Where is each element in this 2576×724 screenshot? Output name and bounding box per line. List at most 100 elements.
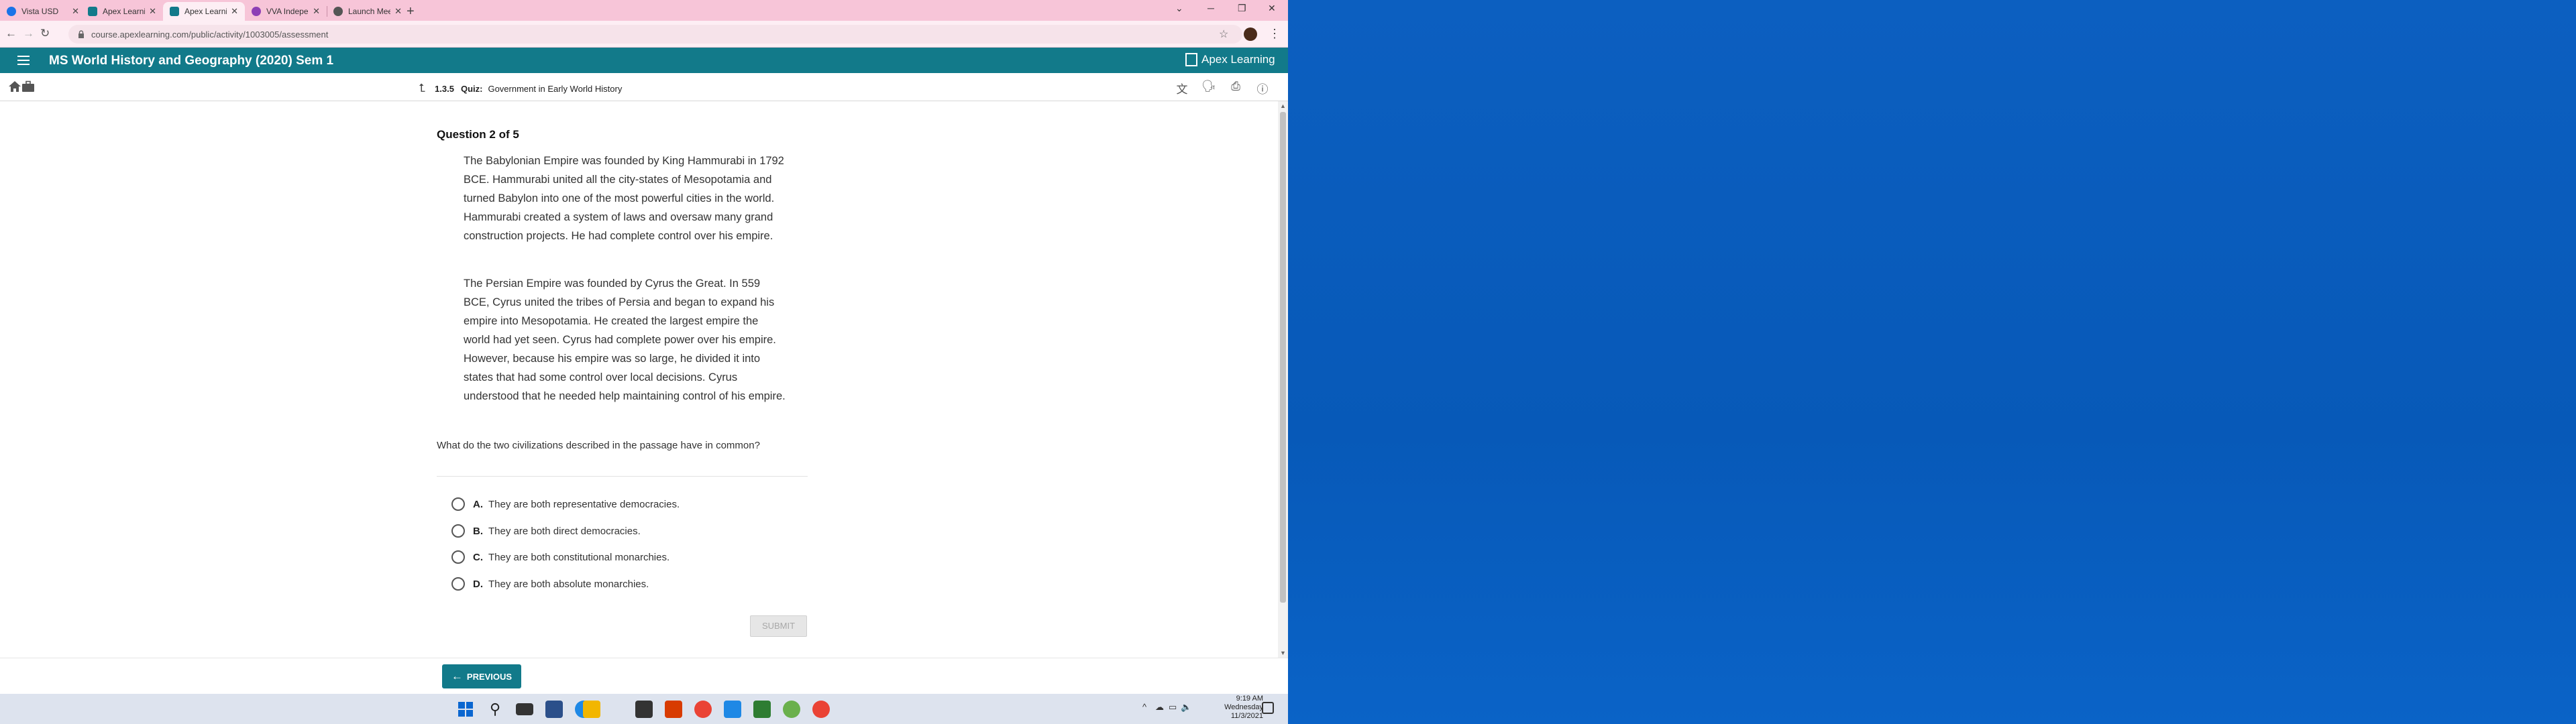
translate-icon[interactable]: 文 xyxy=(1174,80,1190,96)
answer-choice-b[interactable]: B. They are both direct democracies. xyxy=(451,522,641,540)
question-header: Question 2 of 5 xyxy=(437,128,519,141)
answer-choice-c[interactable]: C. They are both constitutional monarchi… xyxy=(451,548,669,566)
choice-letter: D. xyxy=(473,578,483,590)
lock-icon xyxy=(78,30,84,38)
office-icon[interactable] xyxy=(665,701,682,718)
page-scrollbar[interactable]: ▲ ▼ xyxy=(1278,101,1288,658)
briefcase-icon[interactable] xyxy=(21,80,35,93)
course-header: MS World History and Geography (2020) Se… xyxy=(0,48,1288,73)
scroll-down-icon[interactable]: ▼ xyxy=(1280,650,1286,656)
submit-button[interactable]: SUBMIT xyxy=(750,615,807,637)
menu-kebab-icon[interactable]: ⋮ xyxy=(1269,27,1281,41)
course-title: MS World History and Geography (2020) Se… xyxy=(49,54,334,68)
passage-paragraph-2: The Persian Empire was founded by Cyrus … xyxy=(464,278,786,402)
radio-button[interactable] xyxy=(451,524,465,538)
volume-icon[interactable]: 🔈 xyxy=(1181,702,1191,713)
store-icon[interactable] xyxy=(635,701,653,718)
brand-name: Apex Learning xyxy=(1201,53,1275,66)
footer-nav: ← PREVIOUS xyxy=(0,658,1288,694)
notification-icon[interactable] xyxy=(1262,702,1274,714)
system-clock[interactable]: 9:19 AM Wednesday 11/3/2021 xyxy=(1196,695,1263,721)
tab-label: VVA Independent PE-Fall 2021 xyxy=(266,7,309,16)
tab-launch-meeting-zoom[interactable]: Launch Meeting - Zoom ✕ xyxy=(327,2,409,21)
passage-paragraph-1: The Babylonian Empire was founded by Kin… xyxy=(464,155,784,242)
divider xyxy=(437,476,808,477)
chrome-icon[interactable] xyxy=(694,701,712,718)
new-tab-button[interactable]: + xyxy=(407,4,415,19)
desktop-wallpaper xyxy=(1288,0,2576,724)
radio-button[interactable] xyxy=(451,577,465,591)
chevron-up-icon[interactable]: ^ xyxy=(1142,702,1146,712)
app-icon[interactable] xyxy=(724,701,741,718)
apex-favicon-icon xyxy=(170,7,179,16)
answer-choice-d[interactable]: D. They are both absolute monarchies. xyxy=(451,575,649,593)
clock-day: Wednesday xyxy=(1224,703,1263,711)
close-icon[interactable]: ✕ xyxy=(231,6,238,17)
tab-vista-usd[interactable]: Vista USD ✕ xyxy=(0,2,86,21)
widgets-icon[interactable] xyxy=(545,701,563,718)
vista-favicon-icon xyxy=(7,7,16,16)
choice-text: They are both representative democracies… xyxy=(488,498,680,510)
previous-label: PREVIOUS xyxy=(466,671,513,682)
home-icon[interactable] xyxy=(8,80,21,93)
tab-label: Vista USD xyxy=(21,7,59,16)
tab-apex-learning-courses[interactable]: Apex Learning - Courses ✕ xyxy=(163,2,245,21)
clock-date: 11/3/2021 xyxy=(1230,712,1263,720)
vva-favicon-icon xyxy=(252,7,261,16)
tab-label: Apex Learning - Courses xyxy=(184,7,227,16)
network-icon[interactable]: ▭ xyxy=(1169,702,1177,713)
search-icon[interactable]: ⚲ xyxy=(486,701,504,718)
tab-strip: Vista USD ✕ Apex Learning ✕ Apex Learnin… xyxy=(0,0,1288,21)
minimize-icon[interactable]: ─ xyxy=(1208,3,1214,13)
apex-logo-icon xyxy=(1185,53,1197,66)
app-icon[interactable] xyxy=(783,701,800,718)
tab-search-chevron-icon[interactable]: ⌄ xyxy=(1175,3,1183,14)
file-explorer-icon[interactable] xyxy=(583,701,600,718)
close-icon[interactable]: ✕ xyxy=(394,6,402,17)
url-input[interactable]: course.apexlearning.com/public/activity/… xyxy=(68,25,1242,44)
tab-label: Launch Meeting - Zoom xyxy=(348,7,391,16)
choice-text: They are both direct democracies. xyxy=(488,525,641,537)
close-icon[interactable]: ✕ xyxy=(149,6,156,17)
bookmark-star-icon[interactable]: ☆ xyxy=(1219,27,1228,41)
question-panel: Question 2 of 5 The Babylonian Empire wa… xyxy=(0,101,1278,658)
task-view-icon[interactable] xyxy=(516,703,533,715)
windows-start-icon[interactable] xyxy=(457,701,474,718)
help-icon[interactable]: ⓘ xyxy=(1254,80,1271,96)
tab-apex-learning[interactable]: Apex Learning ✕ xyxy=(81,2,163,21)
choice-text: They are both constitutional monarchies. xyxy=(488,551,670,563)
tab-vva-independent-pe[interactable]: VVA Independent PE-Fall 2021 ✕ xyxy=(245,2,327,21)
return-arrow-icon[interactable]: ⮤ xyxy=(419,82,425,95)
radio-button[interactable] xyxy=(451,550,465,564)
cloud-icon[interactable]: ☁ xyxy=(1155,702,1164,713)
choice-letter: B. xyxy=(473,525,483,537)
text-to-speech-icon[interactable]: 🗣 xyxy=(1201,80,1217,95)
browser-window: Vista USD ✕ Apex Learning ✕ Apex Learnin… xyxy=(0,0,1288,694)
activity-number: 1.3.5 xyxy=(435,83,454,94)
activity-type: Quiz: xyxy=(460,83,483,94)
windows-taskbar: ⚲ ^ ☁ ▭ 🔈 9:19 AM Wednesday 11/3/2021 xyxy=(0,694,1288,724)
previous-button[interactable]: ← PREVIOUS xyxy=(442,664,521,688)
radio-button[interactable] xyxy=(451,497,465,511)
choice-letter: A. xyxy=(473,498,483,510)
apex-logo: Apex Learning xyxy=(1185,53,1275,66)
close-icon[interactable]: ✕ xyxy=(72,6,79,17)
chrome-icon[interactable] xyxy=(812,701,830,718)
app-icon[interactable] xyxy=(753,701,771,718)
arrow-left-icon: ← xyxy=(451,670,463,682)
close-window-icon[interactable]: ✕ xyxy=(1268,3,1276,14)
back-arrow-icon[interactable]: ← xyxy=(5,27,17,40)
close-icon[interactable]: ✕ xyxy=(313,6,320,17)
scroll-up-icon[interactable]: ▲ xyxy=(1280,103,1286,109)
scrollbar-thumb[interactable] xyxy=(1280,112,1286,603)
reload-icon[interactable]: ↻ xyxy=(40,27,50,40)
menu-hamburger-icon[interactable] xyxy=(17,56,30,65)
profile-avatar[interactable] xyxy=(1244,27,1257,41)
choice-text: They are both absolute monarchies. xyxy=(488,578,649,590)
forward-arrow-icon[interactable]: → xyxy=(23,27,34,40)
zoom-favicon-icon xyxy=(333,7,343,16)
restore-icon[interactable]: ❐ xyxy=(1238,3,1246,14)
answer-choice-a[interactable]: A. They are both representative democrac… xyxy=(451,495,680,514)
print-icon[interactable]: ⎙ xyxy=(1228,80,1244,95)
tab-label: Apex Learning xyxy=(103,7,146,16)
